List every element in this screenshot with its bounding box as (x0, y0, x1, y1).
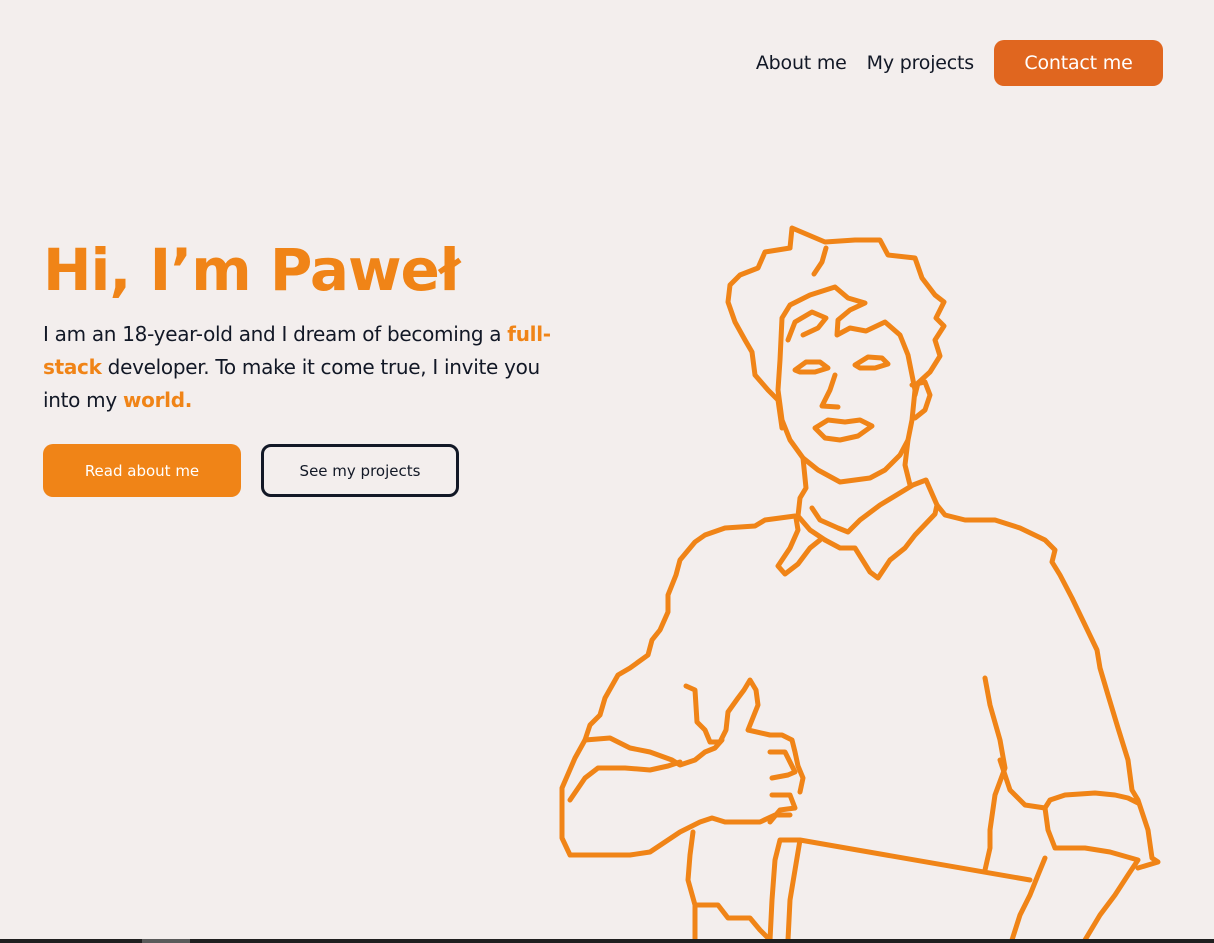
mouth (812, 417, 875, 443)
top-navigation: About me My projects Contact me (756, 40, 1163, 86)
hair-inner-curl (785, 309, 829, 343)
person-thumbs-up-illustration (559, 225, 1161, 943)
left-forearm (582, 735, 725, 768)
hero-description: I am an 18-year-old and I dream of becom… (43, 318, 563, 417)
see-my-projects-button[interactable]: See my projects (261, 444, 459, 497)
torso-left (685, 829, 773, 943)
left-sleeve-edge (567, 759, 683, 803)
right-arm (997, 757, 1141, 811)
contact-button[interactable]: Contact me (994, 40, 1163, 86)
horizontal-scrollbar[interactable] (0, 939, 1214, 943)
nav-link-projects[interactable]: My projects (867, 52, 975, 74)
laptop (767, 837, 1033, 943)
hero-text-part-1: I am an 18-year-old and I dream of becom… (43, 322, 508, 346)
collar (809, 477, 940, 581)
hair-curl-top (811, 245, 829, 277)
nav-link-about[interactable]: About me (756, 52, 847, 74)
read-about-me-button[interactable]: Read about me (43, 444, 241, 497)
right-forearm (982, 675, 1008, 873)
left-eye (792, 359, 831, 375)
right-sleeve (1042, 805, 1141, 943)
highlight-world: world. (122, 388, 193, 412)
collar-left (775, 515, 823, 577)
forehead-curls (775, 284, 918, 485)
hero-text-part-2: developer. To make it come true, I invit… (43, 355, 540, 412)
scrollbar-thumb[interactable] (142, 939, 190, 943)
nose (819, 372, 841, 410)
fingers (767, 749, 798, 825)
right-sleeve-lower (1009, 855, 1048, 943)
hero-title: Hi, I’m Paweł (43, 236, 460, 304)
right-eye (852, 354, 891, 371)
left-shoulder (559, 513, 798, 858)
neck-right (902, 437, 913, 488)
